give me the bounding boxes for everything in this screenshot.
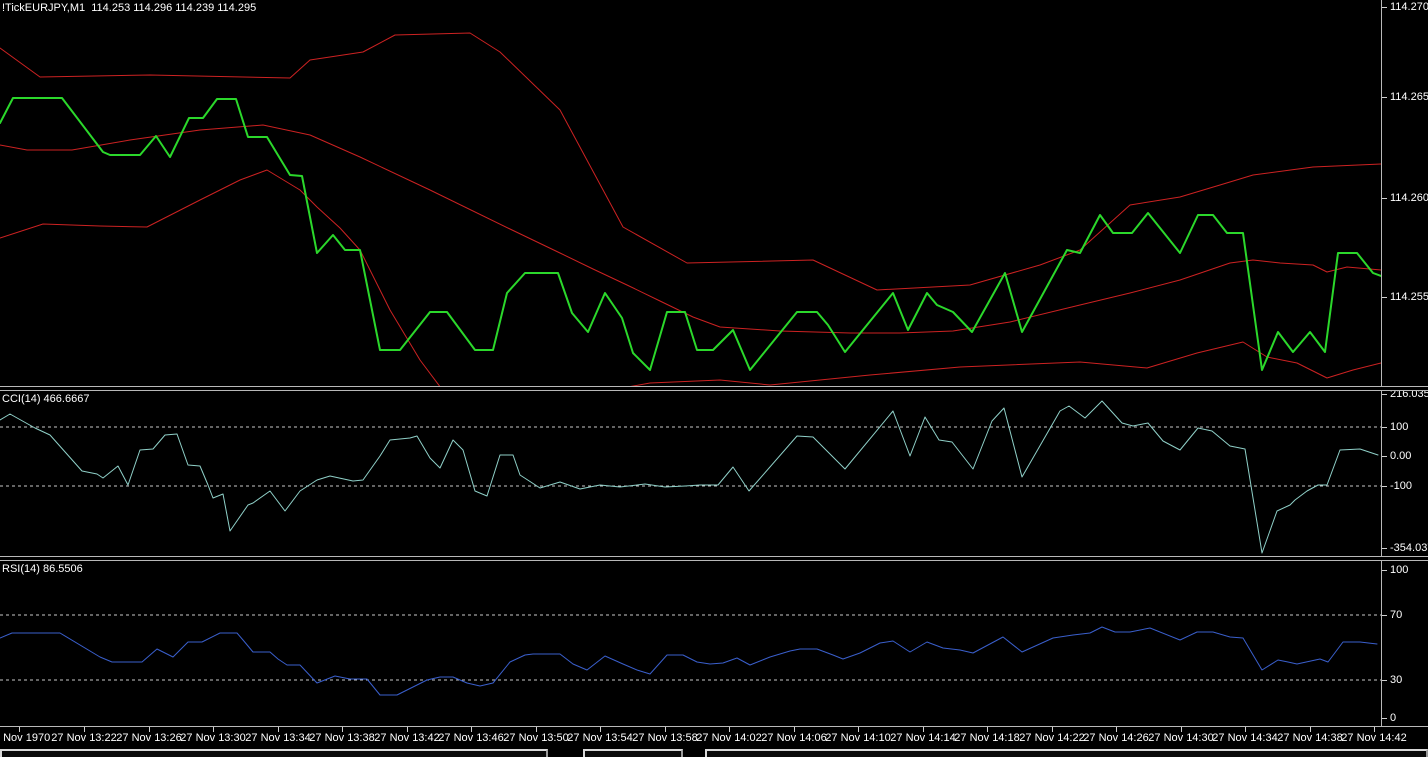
cci-chart-canvas[interactable] <box>0 391 1381 556</box>
bollinger-upper-line <box>0 32 1381 291</box>
time-tick <box>536 727 537 732</box>
time-label: 27 Nov 13:58 <box>632 732 698 744</box>
cci-indicator-label: CCI(14) 466.6667 <box>2 393 90 405</box>
time-label: 27 Nov 13:42 <box>374 732 440 744</box>
time-label: 27 Nov 13:54 <box>567 732 633 744</box>
time-tick <box>665 727 666 732</box>
price-scale[interactable]: 114.270114.265114.260114.255216.03591000… <box>1381 0 1428 726</box>
rsi-axis-tick <box>1382 680 1387 681</box>
time-tick <box>19 727 20 732</box>
time-label: 27 Nov 14:22 <box>1019 732 1085 744</box>
main-axis-label: 114.270 <box>1390 1 1428 13</box>
time-tick <box>1181 727 1182 732</box>
time-label: 27 Nov 14:02 <box>696 732 762 744</box>
time-tick <box>278 727 279 732</box>
panel-separator[interactable] <box>0 386 1428 391</box>
chart-title: !TickEURJPY,M1 114.253 114.296 114.239 1… <box>2 2 257 14</box>
cci-line <box>0 400 1379 554</box>
cci-axis-tick <box>1382 427 1387 428</box>
time-label: 27 Nov 13:34 <box>245 732 311 744</box>
bottom-windows <box>0 747 1428 757</box>
time-scale[interactable]: 27 Nov 197027 Nov 13:2227 Nov 13:2627 No… <box>0 726 1428 748</box>
rsi-axis-label: 30 <box>1390 674 1403 686</box>
time-label: 27 Nov 14:30 <box>1148 732 1214 744</box>
time-label: 27 Nov 13:30 <box>180 732 246 744</box>
price-chart-panel[interactable]: !TickEURJPY,M1 114.253 114.296 114.239 1… <box>0 0 1428 386</box>
cci-axis-tick <box>1382 394 1387 395</box>
time-label: 27 Nov 14:18 <box>954 732 1020 744</box>
time-tick <box>600 727 601 732</box>
mt4-chart-window: !TickEURJPY,M1 114.253 114.296 114.239 1… <box>0 0 1428 757</box>
time-tick <box>213 727 214 732</box>
rsi-indicator-label: RSI(14) 86.5506 <box>2 563 83 575</box>
main-axis-label: 114.265 <box>1390 91 1428 103</box>
cci-indicator-panel[interactable]: CCI(14) 466.6667 <box>0 391 1428 556</box>
time-label: 27 Nov 14:14 <box>890 732 956 744</box>
cci-axis-label: 0.00 <box>1390 450 1412 462</box>
price-chart-canvas[interactable] <box>0 0 1381 386</box>
rsi-axis-tick <box>1382 615 1387 616</box>
main-axis-label: 114.255 <box>1390 291 1428 303</box>
main-axis-tick <box>1382 297 1387 298</box>
rsi-indicator-panel[interactable]: RSI(14) 86.5506 <box>0 561 1428 726</box>
time-tick <box>407 727 408 732</box>
cci-axis-tick <box>1382 486 1387 487</box>
window-top-edge[interactable] <box>705 749 1428 757</box>
time-label: 27 Nov 14:06 <box>761 732 827 744</box>
cci-axis-tick <box>1382 456 1387 457</box>
time-label: 27 Nov 13:50 <box>503 732 569 744</box>
time-tick <box>84 727 85 732</box>
rsi-axis-label: 100 <box>1390 564 1409 576</box>
time-tick <box>729 727 730 732</box>
time-label: 27 Nov 14:10 <box>825 732 891 744</box>
price-line <box>0 97 1381 371</box>
time-label: 27 Nov 13:22 <box>51 732 117 744</box>
time-label: 27 Nov 14:26 <box>1083 732 1149 744</box>
time-tick <box>471 727 472 732</box>
time-tick <box>1374 727 1375 732</box>
time-tick <box>149 727 150 732</box>
rsi-axis-label: 70 <box>1390 609 1403 621</box>
main-axis-tick <box>1382 7 1387 8</box>
time-label: 27 Nov 13:26 <box>116 732 182 744</box>
rsi-axis-tick <box>1382 570 1387 571</box>
time-label: 27 Nov 14:34 <box>1212 732 1278 744</box>
time-tick <box>794 727 795 732</box>
time-label: 27 Nov 1970 <box>0 732 51 744</box>
time-tick <box>1052 727 1053 732</box>
cci-axis-label: -100 <box>1390 480 1413 492</box>
main-axis-label: 114.260 <box>1390 192 1428 204</box>
window-top-edge[interactable] <box>0 749 548 757</box>
rsi-chart-canvas[interactable] <box>0 561 1381 726</box>
time-tick <box>987 727 988 732</box>
window-top-edge[interactable] <box>583 749 683 757</box>
bollinger-middle-line <box>0 124 1381 334</box>
time-label: 27 Nov 13:46 <box>438 732 504 744</box>
cci-axis-label: 100 <box>1390 421 1409 433</box>
time-label: 27 Nov 14:38 <box>1277 732 1343 744</box>
cci-axis-label: -354.0374 <box>1390 542 1428 554</box>
time-label: 27 Nov 14:42 <box>1341 732 1407 744</box>
time-label: 27 Nov 13:38 <box>309 732 375 744</box>
time-tick <box>858 727 859 732</box>
rsi-axis-label: 0 <box>1390 712 1397 724</box>
main-axis-tick <box>1382 97 1387 98</box>
time-tick <box>342 727 343 732</box>
bollinger-lower-line <box>0 169 1381 386</box>
rsi-line <box>0 626 1378 696</box>
panel-separator[interactable] <box>0 556 1428 561</box>
main-axis-tick <box>1382 198 1387 199</box>
time-tick <box>1310 727 1311 732</box>
rsi-axis-tick <box>1382 718 1387 719</box>
time-tick <box>923 727 924 732</box>
time-tick <box>1116 727 1117 732</box>
cci-axis-tick <box>1382 548 1387 549</box>
time-tick <box>1245 727 1246 732</box>
